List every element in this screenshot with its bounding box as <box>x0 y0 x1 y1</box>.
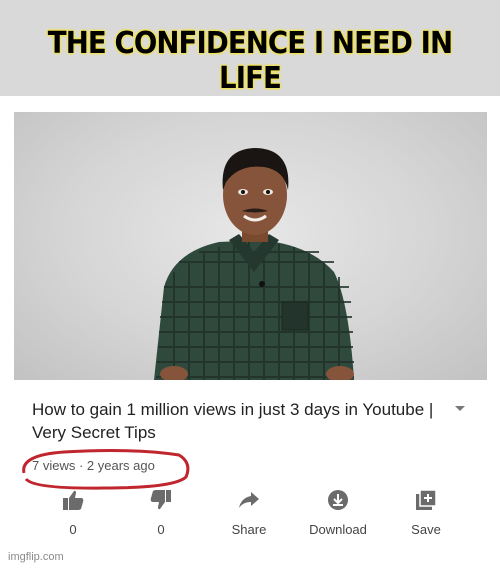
video-title[interactable]: How to gain 1 million views in just 3 da… <box>32 398 442 444</box>
thumbs-down-icon <box>150 490 171 510</box>
expand-chevron-icon[interactable] <box>454 403 466 415</box>
share-label: Share <box>231 522 267 537</box>
dislike-count: 0 <box>157 522 165 537</box>
like-count: 0 <box>69 522 77 537</box>
imgflip-watermark: imgflip.com <box>8 551 64 563</box>
share-icon <box>239 492 259 508</box>
download-button[interactable]: Download <box>298 488 378 537</box>
save-label: Save <box>411 522 441 537</box>
action-bar: 0 0 Share Download Save <box>0 488 500 548</box>
presenter-illustration <box>154 148 354 380</box>
save-icon <box>416 489 437 510</box>
dislike-button[interactable]: 0 <box>121 488 201 537</box>
like-button[interactable]: 0 <box>33 488 113 537</box>
thumbs-up-icon <box>63 490 84 510</box>
video-thumbnail[interactable] <box>14 112 487 380</box>
download-label: Download <box>309 522 367 537</box>
save-button[interactable]: Save <box>386 488 466 537</box>
share-button[interactable]: Share <box>209 488 289 537</box>
meme-caption: THE CONFIDENCE I NEED IN LIFE <box>47 26 453 96</box>
download-icon <box>328 490 348 510</box>
red-circle-annotation <box>22 449 190 490</box>
